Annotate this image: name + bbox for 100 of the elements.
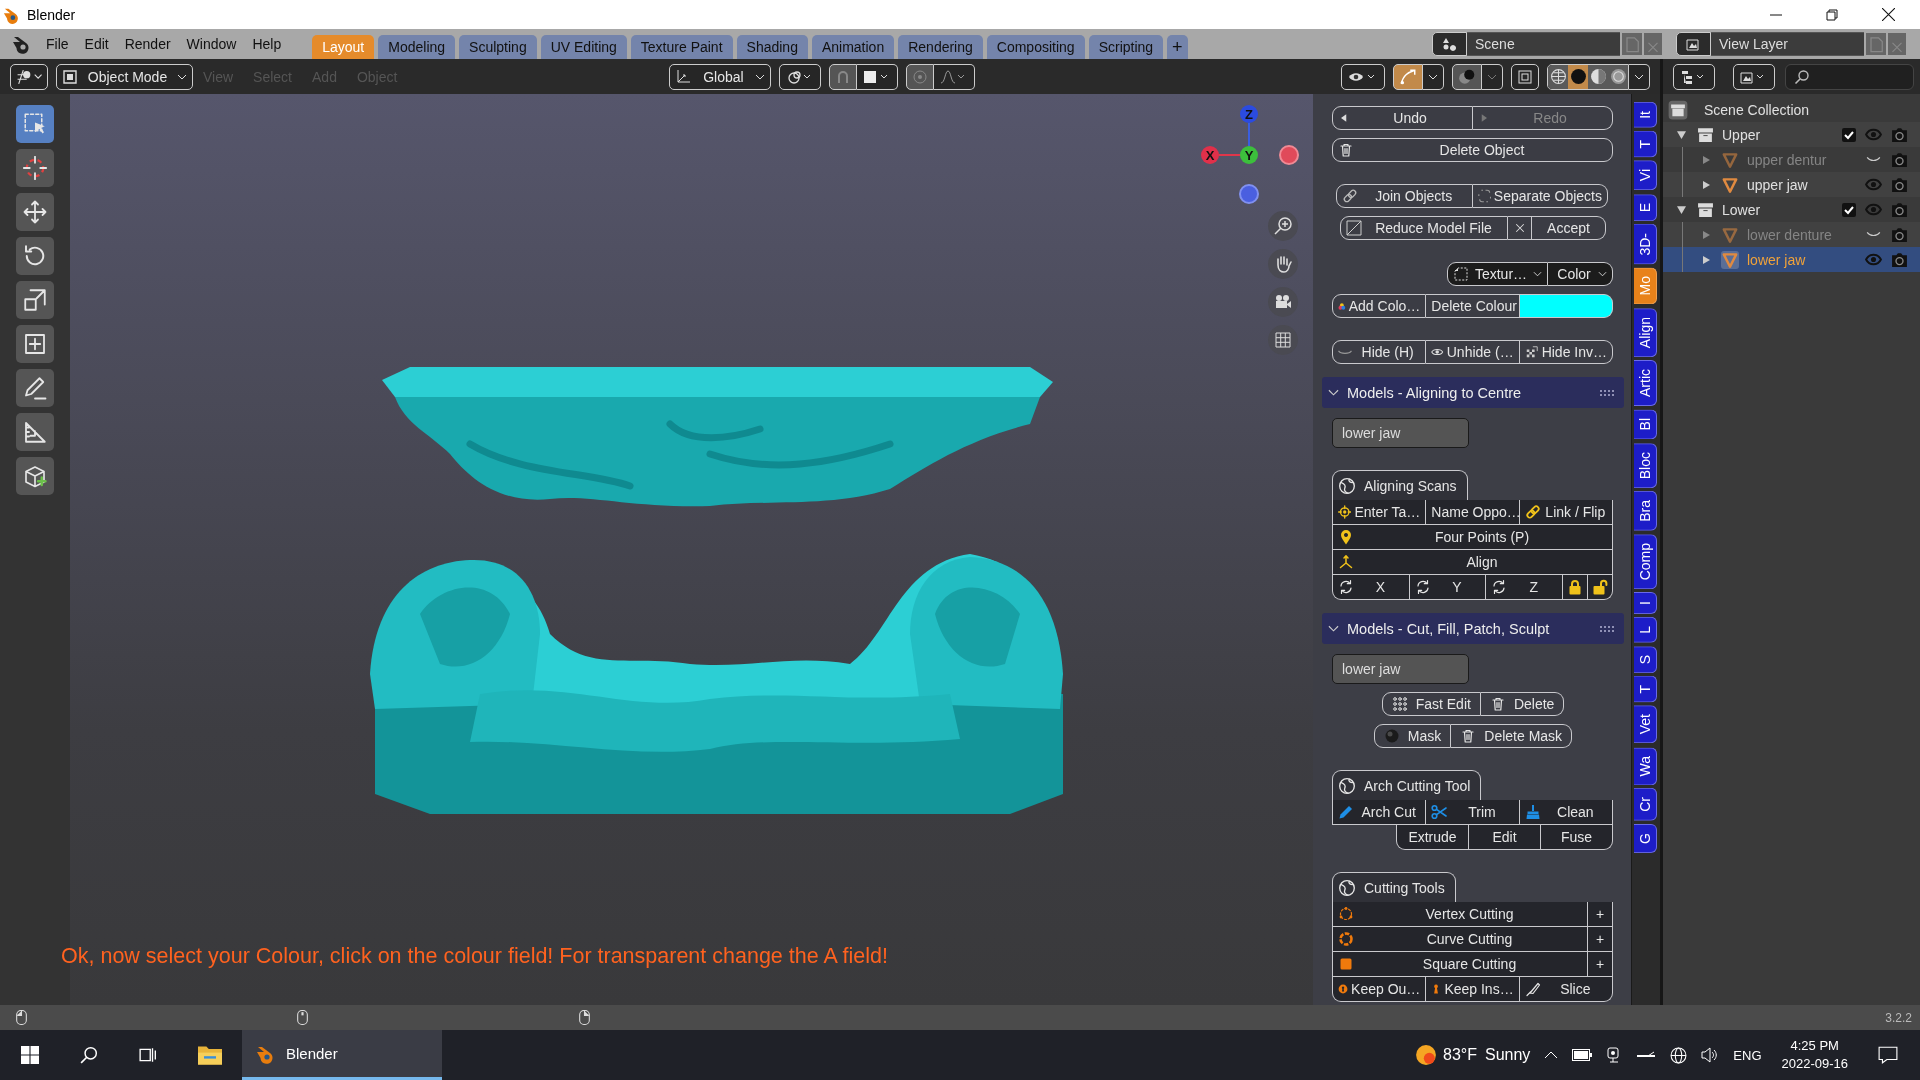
tool-button[interactable]: Keep Ou… bbox=[1332, 977, 1427, 1002]
checkbox[interactable] bbox=[1842, 202, 1856, 217]
clock-time[interactable]: 4:25 PM bbox=[1790, 1037, 1839, 1055]
tool-button[interactable]: Align bbox=[1332, 550, 1613, 575]
editor-type-button[interactable] bbox=[10, 63, 48, 90]
weather-label[interactable]: Sunny bbox=[1484, 1046, 1531, 1064]
clock-date[interactable]: 2022-09-16 bbox=[1781, 1055, 1848, 1073]
disclosure-icon[interactable] bbox=[1677, 130, 1686, 139]
checkbox[interactable] bbox=[1842, 127, 1856, 142]
camera-icon[interactable] bbox=[1891, 201, 1908, 218]
orientation-dropdown[interactable]: Global bbox=[669, 63, 772, 90]
pivot-dropdown[interactable] bbox=[779, 63, 822, 90]
tool-button[interactable]: Clean bbox=[1519, 800, 1613, 825]
sidebar-tab[interactable]: Bl bbox=[1634, 409, 1657, 440]
mode-dropdown[interactable]: Object Mode bbox=[56, 63, 193, 90]
menu-item[interactable]: Help bbox=[244, 29, 290, 59]
tool-button[interactable] bbox=[16, 457, 54, 495]
tool-group-tab[interactable]: Arch Cutting Tool bbox=[1332, 770, 1482, 800]
tool-button[interactable]: Name Oppo… bbox=[1426, 500, 1520, 525]
tool-button[interactable]: Trim bbox=[1426, 800, 1520, 825]
sidebar-tab[interactable]: Wa bbox=[1634, 746, 1657, 786]
join-objects-button[interactable]: Join Objects bbox=[1336, 184, 1473, 208]
sidebar-tab[interactable]: T bbox=[1634, 675, 1657, 703]
snap-toggle[interactable] bbox=[829, 63, 858, 90]
cancel-button[interactable] bbox=[1508, 216, 1532, 240]
battery-icon[interactable] bbox=[1572, 1049, 1593, 1061]
tool-group-tab[interactable]: Cutting Tools bbox=[1332, 872, 1456, 902]
outliner-item[interactable]: Scene Collection bbox=[1704, 101, 1810, 118]
workspace-tab[interactable]: Sculpting bbox=[459, 35, 537, 59]
sidebar-tab[interactable]: It bbox=[1634, 102, 1657, 128]
menu-item[interactable]: Window bbox=[178, 29, 245, 59]
tool-button[interactable]: Arch Cut bbox=[1332, 800, 1427, 825]
falloff-dropdown[interactable] bbox=[934, 63, 976, 90]
workspace-tab[interactable]: Scripting bbox=[1088, 35, 1164, 59]
shading-dropdown[interactable] bbox=[1629, 63, 1650, 90]
panel-header[interactable]: Models - Aligning to Centre bbox=[1322, 377, 1624, 408]
object-name-field[interactable]: lower jaw bbox=[1332, 418, 1469, 448]
menu-item[interactable]: Edit bbox=[76, 29, 117, 59]
outliner-item[interactable]: lower jaw bbox=[1747, 251, 1806, 268]
sidebar-tab[interactable]: Cr bbox=[1634, 788, 1657, 821]
workspace-tab[interactable]: Compositing bbox=[986, 35, 1085, 59]
search-field[interactable] bbox=[1785, 63, 1914, 90]
visibility-dropdown[interactable] bbox=[1341, 63, 1385, 90]
sidebar-tab[interactable]: Artic bbox=[1634, 360, 1657, 407]
restore-icon[interactable] bbox=[1826, 8, 1838, 21]
workspace-tab[interactable]: Modeling bbox=[378, 35, 456, 59]
tool-button[interactable] bbox=[16, 281, 54, 319]
tool-button[interactable]: Fast Edit bbox=[1381, 692, 1481, 716]
outliner-item[interactable]: Upper bbox=[1722, 126, 1761, 143]
tool-button[interactable] bbox=[16, 413, 54, 451]
tool-button[interactable]: X bbox=[1332, 575, 1410, 600]
texture-dropdown[interactable]: Textur… bbox=[1447, 262, 1548, 286]
sidebar-tab[interactable]: Vi bbox=[1634, 160, 1657, 191]
snap-dropdown[interactable] bbox=[857, 63, 899, 90]
lock-toggle[interactable] bbox=[1588, 575, 1613, 600]
undo-button[interactable]: Undo bbox=[1332, 106, 1473, 130]
hide-inverse-button[interactable]: Hide Inv… bbox=[1519, 340, 1613, 364]
workspace-tab[interactable]: Shading bbox=[736, 35, 808, 59]
xray-toggle[interactable] bbox=[1511, 63, 1539, 90]
workspace-tab[interactable]: Animation bbox=[811, 35, 895, 59]
negative-axis-handle[interactable] bbox=[1239, 184, 1259, 204]
add-button[interactable]: + bbox=[1588, 952, 1613, 977]
color-mode-dropdown[interactable]: Color bbox=[1548, 262, 1613, 286]
sidebar-tab[interactable]: Vet bbox=[1634, 705, 1657, 744]
camera-icon[interactable] bbox=[1891, 176, 1908, 193]
windows-start-icon[interactable] bbox=[21, 1046, 39, 1064]
colour-field[interactable] bbox=[1519, 294, 1613, 318]
tool-button[interactable]: Delete Mask bbox=[1451, 724, 1573, 748]
sidebar-tab[interactable]: S bbox=[1634, 645, 1657, 673]
rendered-shading-button[interactable] bbox=[1608, 64, 1628, 89]
zoom-icon[interactable] bbox=[1268, 211, 1298, 241]
task-view-icon[interactable] bbox=[139, 1046, 157, 1064]
notification-icon[interactable] bbox=[1878, 1046, 1898, 1064]
sidebar-tab[interactable]: L bbox=[1634, 616, 1657, 643]
scene-browse-button[interactable] bbox=[1432, 32, 1467, 56]
tool-button[interactable] bbox=[16, 369, 54, 407]
axis-gizmo[interactable]: Z X Y bbox=[1185, 94, 1313, 209]
outliner-item[interactable]: Lower bbox=[1722, 201, 1761, 218]
gizmo-dropdown[interactable] bbox=[1423, 63, 1444, 90]
sidebar-tab[interactable]: T bbox=[1634, 130, 1657, 158]
language-indicator[interactable]: ENG bbox=[1733, 1047, 1762, 1063]
camera-icon[interactable] bbox=[1891, 251, 1908, 268]
tool-button[interactable]: Link / Flip bbox=[1519, 500, 1613, 525]
search-icon[interactable] bbox=[80, 1046, 98, 1064]
lock-toggle[interactable] bbox=[1563, 575, 1588, 600]
tool-button[interactable]: Square Cutting bbox=[1332, 952, 1588, 977]
display-mode-dropdown[interactable] bbox=[1673, 63, 1715, 90]
tool-button[interactable]: Fuse bbox=[1541, 825, 1613, 850]
material-shading-button[interactable] bbox=[1588, 64, 1608, 89]
camera-icon[interactable] bbox=[1891, 151, 1908, 168]
workspace-tab[interactable]: Rendering bbox=[898, 35, 983, 59]
separate-objects-button[interactable]: Separate Objects bbox=[1472, 184, 1608, 208]
tool-button[interactable] bbox=[16, 325, 54, 363]
sidebar-tab[interactable]: Align bbox=[1634, 307, 1657, 358]
menu-item[interactable]: File bbox=[38, 29, 77, 59]
folder-icon[interactable] bbox=[198, 1045, 222, 1065]
overlays-dropdown[interactable] bbox=[1482, 63, 1503, 90]
tool-button[interactable]: Z bbox=[1486, 575, 1563, 600]
tool-button[interactable]: Vertex Cutting bbox=[1332, 902, 1588, 927]
sidebar-tab[interactable]: Bra bbox=[1634, 490, 1657, 531]
